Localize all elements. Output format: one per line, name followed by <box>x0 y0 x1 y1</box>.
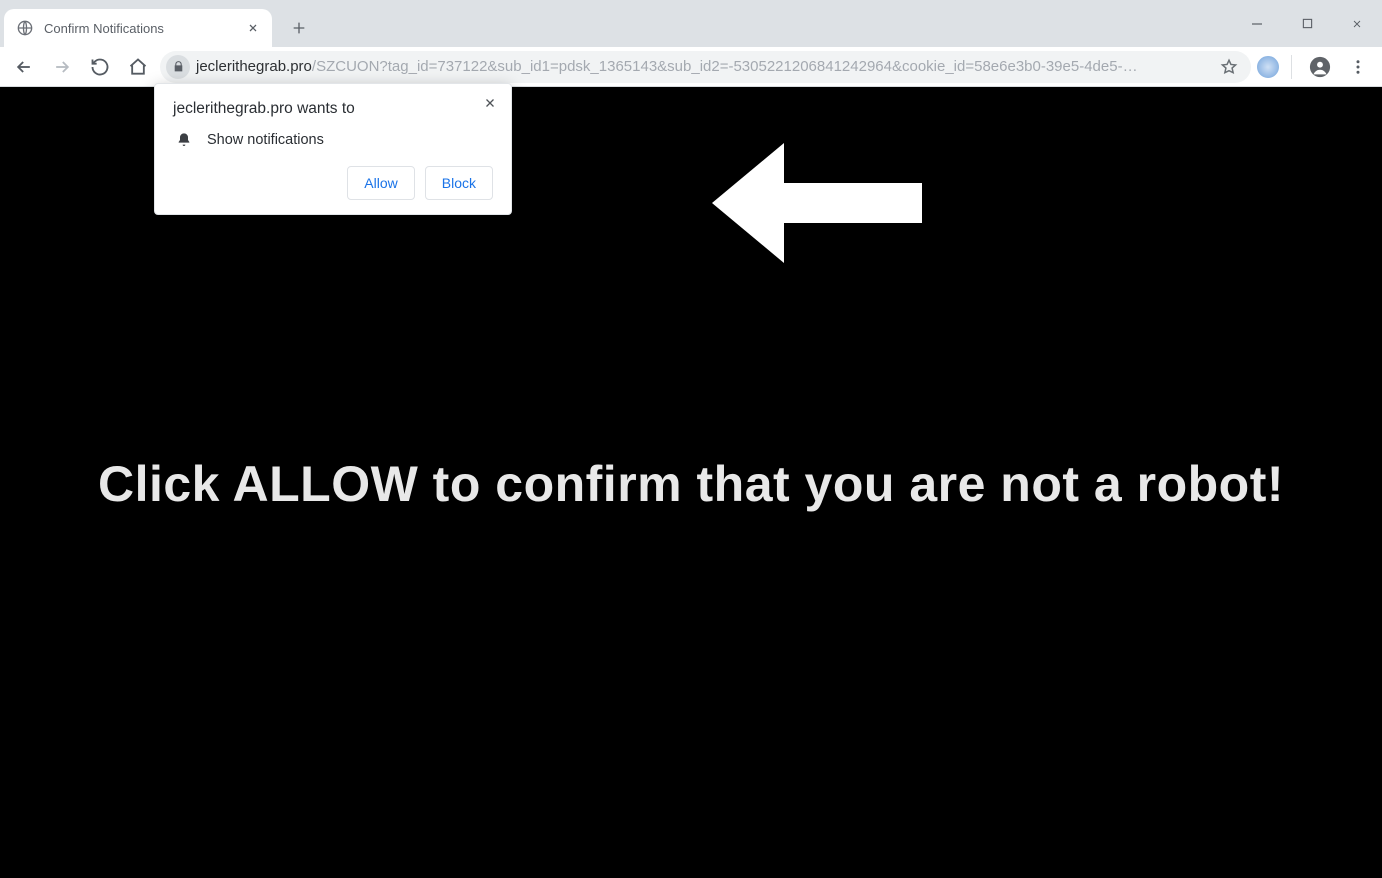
bell-icon <box>173 132 195 148</box>
allow-button[interactable]: Allow <box>347 166 414 200</box>
extension-icon[interactable] <box>1257 56 1279 78</box>
tab-close-button[interactable] <box>244 19 262 37</box>
chrome-menu-button[interactable] <box>1342 51 1374 83</box>
browser-title-bar: Confirm Notifications <box>0 0 1382 47</box>
address-bar[interactable]: jeclerithegrab.pro /SZCUON?tag_id=737122… <box>160 51 1251 83</box>
browser-tab[interactable]: Confirm Notifications <box>4 9 272 47</box>
robot-instruction-text: Click ALLOW to confirm that you are not … <box>0 455 1382 513</box>
page-content: Click ALLOW to confirm that you are not … <box>0 87 1382 878</box>
profile-avatar-button[interactable] <box>1304 51 1336 83</box>
browser-toolbar: jeclerithegrab.pro /SZCUON?tag_id=737122… <box>0 47 1382 87</box>
pointing-arrow-graphic <box>712 143 922 263</box>
window-controls <box>1232 0 1382 47</box>
block-button[interactable]: Block <box>425 166 493 200</box>
window-minimize-button[interactable] <box>1232 5 1282 43</box>
window-close-button[interactable] <box>1332 5 1382 43</box>
window-maximize-button[interactable] <box>1282 5 1332 43</box>
back-button[interactable] <box>8 51 40 83</box>
new-tab-button[interactable] <box>284 13 314 43</box>
lock-icon[interactable] <box>166 55 190 79</box>
notification-permission-popup: jeclerithegrab.pro wants to Show notific… <box>154 83 512 215</box>
permission-actions: Allow Block <box>173 166 493 200</box>
bookmark-star-button[interactable] <box>1217 58 1241 76</box>
tab-title: Confirm Notifications <box>44 21 244 36</box>
url-host: jeclerithegrab.pro <box>196 58 312 75</box>
toolbar-separator <box>1291 55 1292 79</box>
url-path: /SZCUON?tag_id=737122&sub_id1=pdsk_13651… <box>312 58 1217 75</box>
permission-capability-label: Show notifications <box>207 132 324 148</box>
popup-close-button[interactable] <box>479 92 501 114</box>
home-button[interactable] <box>122 51 154 83</box>
globe-icon <box>16 19 34 37</box>
reload-button[interactable] <box>84 51 116 83</box>
permission-title: jeclerithegrab.pro wants to <box>173 100 493 118</box>
forward-button[interactable] <box>46 51 78 83</box>
permission-capability-row: Show notifications <box>173 132 493 148</box>
